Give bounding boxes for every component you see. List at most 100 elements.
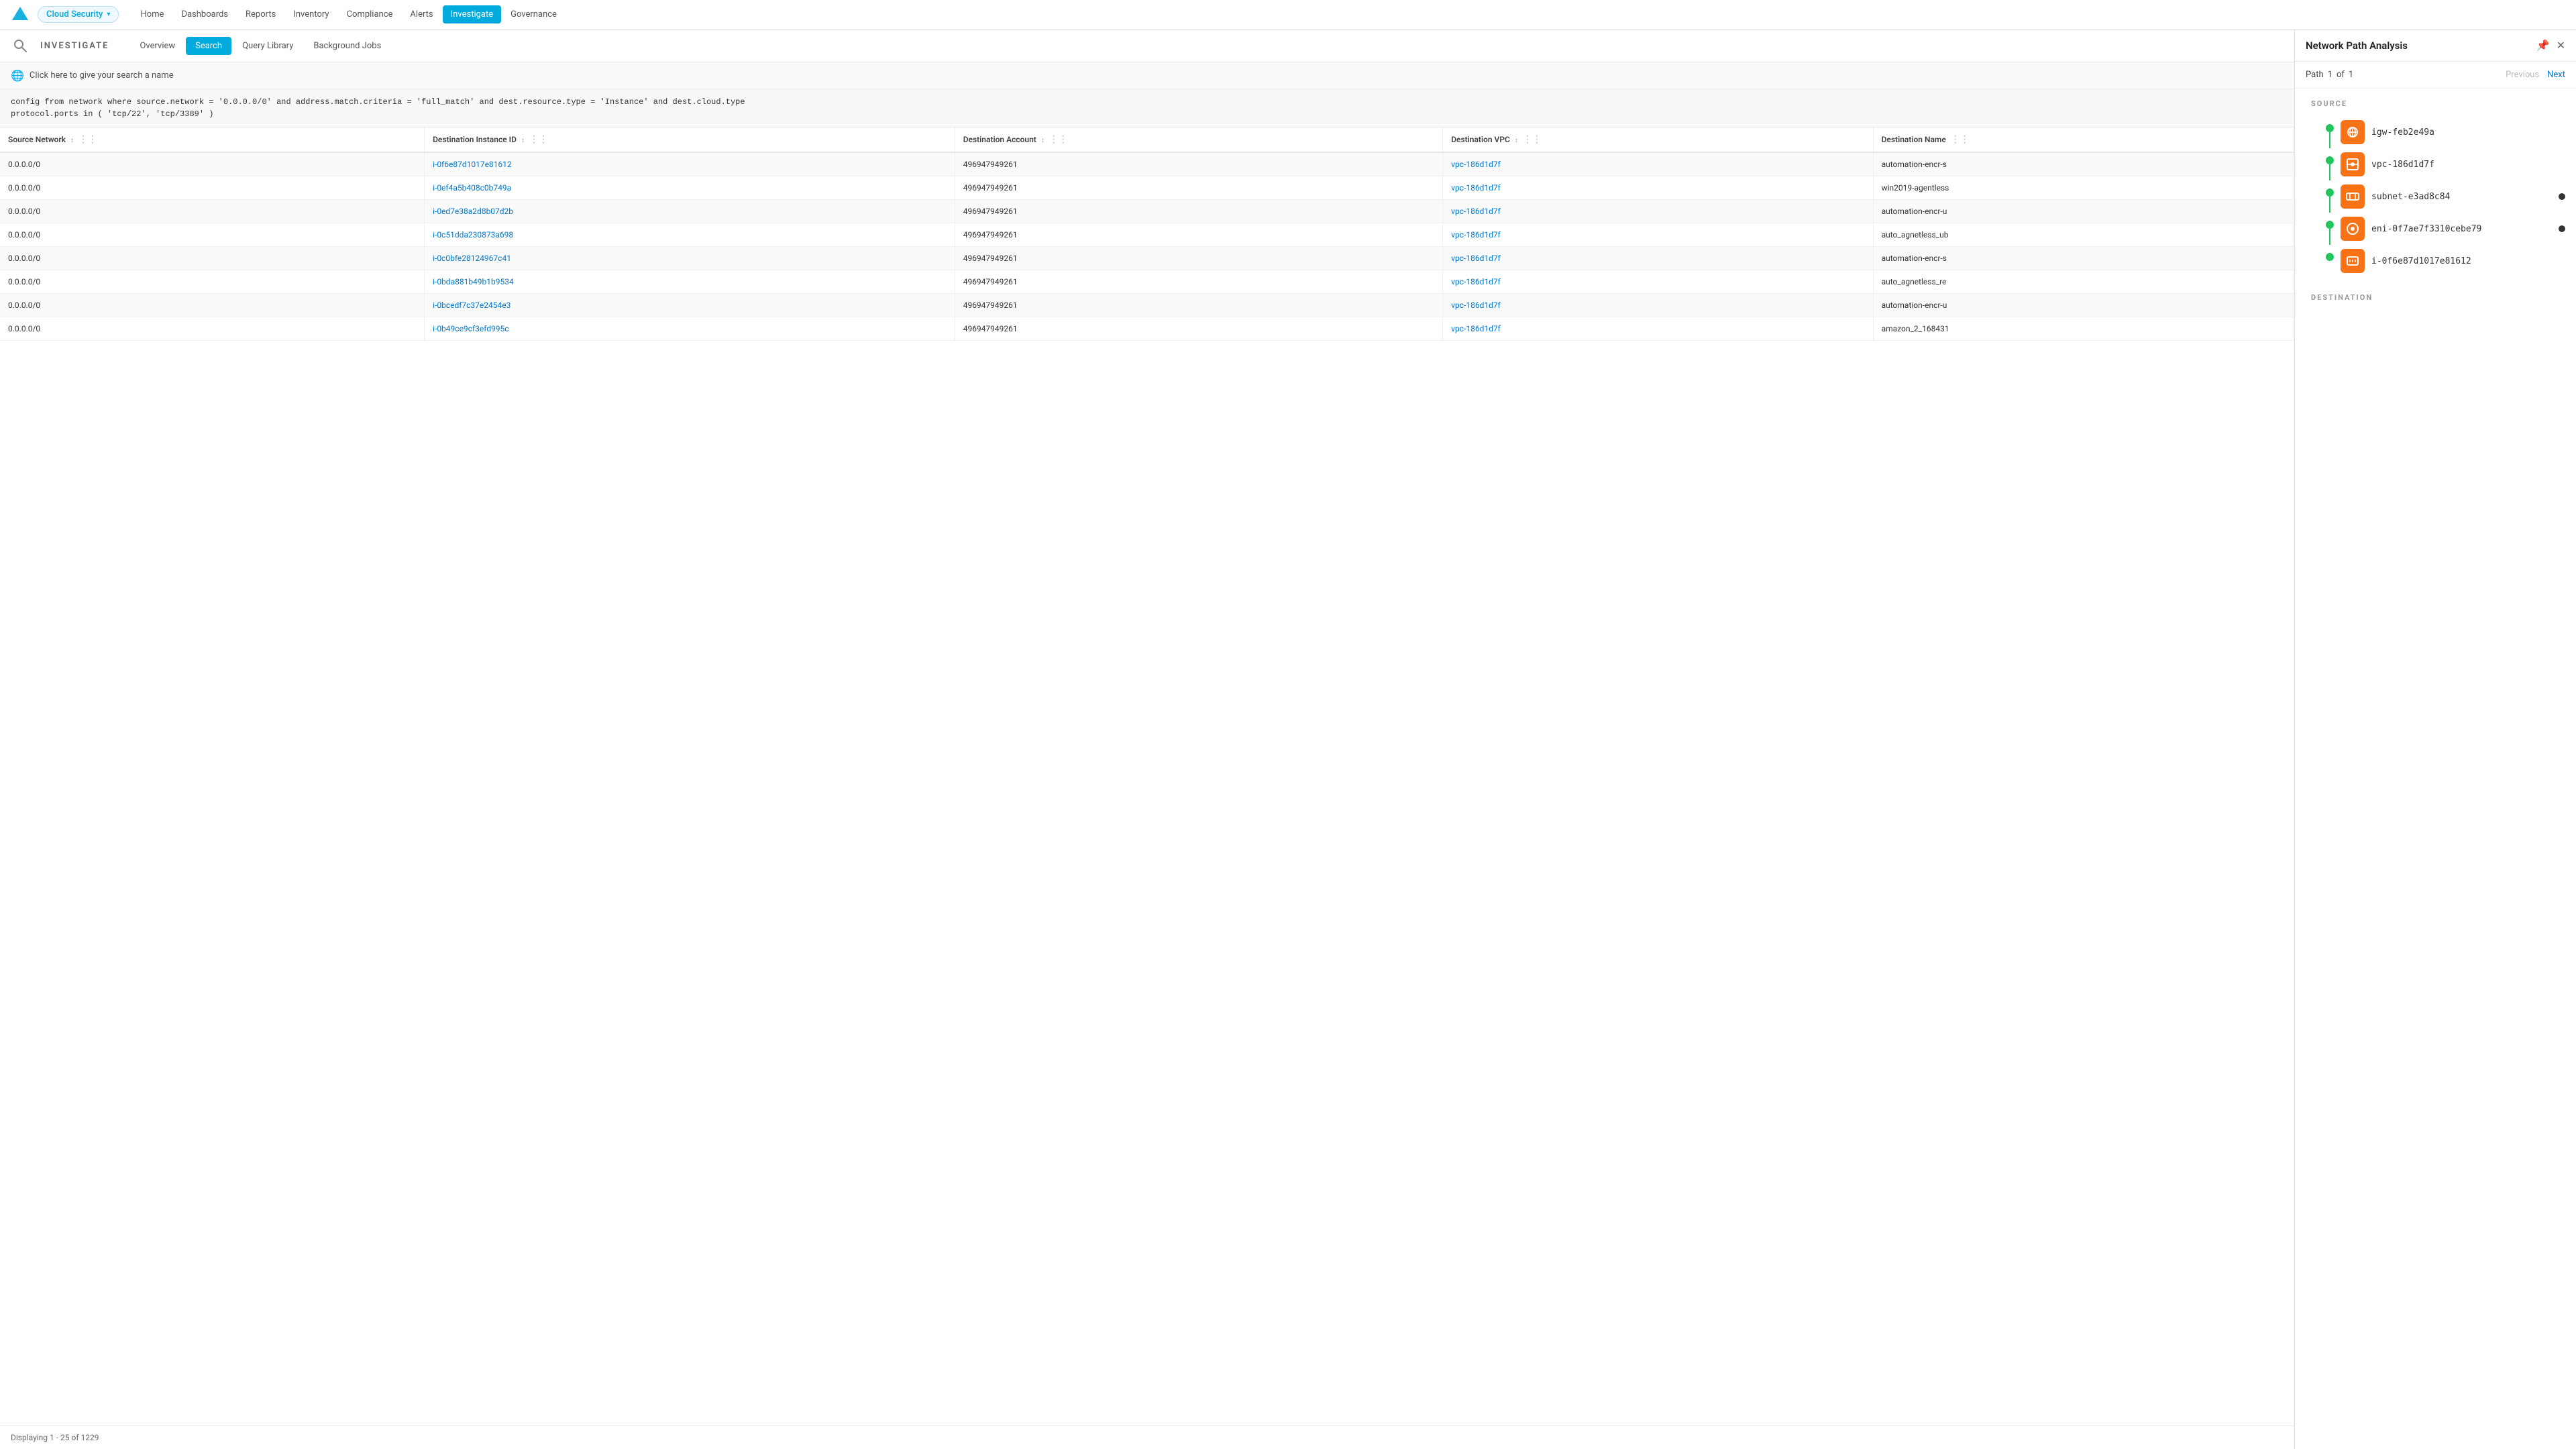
subnet-extra (2559, 193, 2565, 200)
tab-search[interactable]: Search (186, 37, 231, 55)
cell-dest-vpc[interactable]: vpc-186d1d7f (1443, 247, 1873, 270)
nav-investigate[interactable]: Investigate (443, 5, 501, 23)
content-instance: i-0f6e87d1017e81612 (2341, 245, 2565, 277)
dot-instance (2326, 253, 2334, 261)
table-row: 0.0.0.0/0i-0c0bfe28124967c41496947949261… (0, 247, 2294, 270)
table-footer: Displaying 1 - 25 of 1229 (0, 1426, 2294, 1449)
search-icon (11, 36, 30, 55)
icon-igw (2341, 120, 2365, 144)
investigate-title: INVESTIGATE (40, 41, 109, 51)
nav-reports[interactable]: Reports (237, 5, 284, 23)
col-dest-name: Destination Name ⋮⋮ (1873, 127, 2294, 152)
nav-home[interactable]: Home (132, 5, 172, 23)
nav-alerts[interactable]: Alerts (402, 5, 441, 23)
previous-button[interactable]: Previous (2506, 70, 2539, 80)
table-row: 0.0.0.0/0i-0b49ce9cf3efd995c496947949261… (0, 317, 2294, 341)
query-box[interactable]: config from network where source.network… (0, 89, 2294, 127)
cell-dest-vpc[interactable]: vpc-186d1d7f (1443, 270, 1873, 294)
cell-source-network: 0.0.0.0/0 (0, 223, 425, 247)
results-table: Source Network ↕ ⋮⋮ Destination Instance… (0, 127, 2294, 341)
cell-source-network: 0.0.0.0/0 (0, 294, 425, 317)
drag-icon-dest-vpc[interactable]: ⋮⋮ (1523, 134, 1542, 145)
tab-query-library[interactable]: Query Library (233, 37, 303, 55)
col-dest-account: Destination Account ↕ ⋮⋮ (955, 127, 1442, 152)
cell-dest-instance-id[interactable]: i-0c51dda230873a698 (425, 223, 955, 247)
cell-dest-instance-id[interactable]: i-0bda881b49b1b9534 (425, 270, 955, 294)
line-vpc (2329, 164, 2330, 180)
subnet-label: subnet-e3ad8c84 (2371, 192, 2450, 202)
cell-dest-instance-id[interactable]: i-0ef4a5b408c0b749a (425, 176, 955, 200)
node-vpc: vpc-186d1d7f (2319, 148, 2565, 180)
search-name-bar[interactable]: 🌐 Click here to give your search a name (0, 62, 2294, 89)
path-total: 1 (2349, 70, 2353, 80)
cell-dest-instance-id[interactable]: i-0bcedf7c37e2454e3 (425, 294, 955, 317)
cell-dest-account: 496947949261 (955, 176, 1442, 200)
connector-subnet (2319, 180, 2341, 213)
instance-label: i-0f6e87d1017e81612 (2371, 256, 2471, 266)
tab-overview[interactable]: Overview (130, 37, 184, 55)
dot-subnet (2326, 189, 2334, 197)
cell-dest-vpc[interactable]: vpc-186d1d7f (1443, 317, 1873, 341)
sort-icon-dest-account[interactable]: ↕ (1041, 137, 1044, 144)
cell-dest-name: automation-encr-u (1873, 200, 2294, 223)
cell-dest-vpc[interactable]: vpc-186d1d7f (1443, 176, 1873, 200)
line-subnet (2329, 197, 2330, 213)
igw-label: igw-feb2e49a (2371, 127, 2434, 138)
sort-icon-source[interactable]: ↕ (70, 137, 74, 144)
cell-dest-instance-id[interactable]: i-0f6e87d1017e81612 (425, 152, 955, 176)
nav-dashboards[interactable]: Dashboards (173, 5, 236, 23)
content-igw: igw-feb2e49a (2341, 116, 2565, 148)
pin-icon[interactable]: 📌 (2536, 39, 2550, 52)
cell-dest-instance-id[interactable]: i-0c0bfe28124967c41 (425, 247, 955, 270)
cell-dest-vpc[interactable]: vpc-186d1d7f (1443, 294, 1873, 317)
icon-eni (2341, 217, 2365, 241)
close-icon[interactable]: ✕ (2557, 39, 2565, 52)
right-panel-header: Network Path Analysis 📌 ✕ (2295, 30, 2576, 62)
next-button[interactable]: Next (2547, 70, 2565, 80)
content-eni: eni-0f7ae7f3310cebe79 (2341, 213, 2565, 245)
cell-dest-vpc[interactable]: vpc-186d1d7f (1443, 152, 1873, 176)
connector-igw (2319, 116, 2341, 148)
cell-dest-name: automation-encr-u (1873, 294, 2294, 317)
sort-icon-dest-instance[interactable]: ↕ (521, 137, 525, 144)
path-nav: Path 1 of 1 Previous Next (2295, 62, 2576, 89)
table-row: 0.0.0.0/0i-0c51dda230873a698496947949261… (0, 223, 2294, 247)
cell-dest-name: auto_agnetless_re (1873, 270, 2294, 294)
nav-governance[interactable]: Governance (502, 5, 565, 23)
nav-items: Home Dashboards Reports Inventory Compli… (132, 5, 565, 23)
cell-dest-name: automation-encr-s (1873, 247, 2294, 270)
drag-icon-dest-instance[interactable]: ⋮⋮ (529, 134, 548, 145)
dot-igw (2326, 124, 2334, 132)
destination-section: DESTINATION (2306, 293, 2565, 302)
cell-dest-name: win2019-agentless (1873, 176, 2294, 200)
drag-icon-dest-account[interactable]: ⋮⋮ (1049, 134, 1068, 145)
cell-dest-instance-id[interactable]: i-0b49ce9cf3efd995c (425, 317, 955, 341)
left-panel: INVESTIGATE Overview Search Query Librar… (0, 30, 2294, 1449)
content-subnet: subnet-e3ad8c84 (2341, 180, 2565, 213)
eni-extra (2559, 225, 2565, 232)
node-subnet: subnet-e3ad8c84 (2319, 180, 2565, 213)
cell-source-network: 0.0.0.0/0 (0, 176, 425, 200)
cell-source-network: 0.0.0.0/0 (0, 200, 425, 223)
nav-inventory[interactable]: Inventory (285, 5, 337, 23)
content-vpc: vpc-186d1d7f (2341, 148, 2565, 180)
cell-dest-account: 496947949261 (955, 247, 1442, 270)
brand-button[interactable]: Cloud Security ▾ (38, 6, 119, 23)
globe-icon: 🌐 (11, 69, 24, 82)
cell-dest-vpc[interactable]: vpc-186d1d7f (1443, 223, 1873, 247)
table-area[interactable]: Source Network ↕ ⋮⋮ Destination Instance… (0, 127, 2294, 1426)
drag-icon-dest-name[interactable]: ⋮⋮ (1951, 134, 1970, 145)
drag-icon-source[interactable]: ⋮⋮ (78, 134, 97, 145)
cell-dest-instance-id[interactable]: i-0ed7e38a2d8b07d2b (425, 200, 955, 223)
tab-background-jobs[interactable]: Background Jobs (304, 37, 390, 55)
cell-dest-account: 496947949261 (955, 152, 1442, 176)
line-igw (2329, 132, 2330, 148)
header-icons: 📌 ✕ (2536, 39, 2565, 52)
nav-compliance[interactable]: Compliance (339, 5, 401, 23)
cell-dest-account: 496947949261 (955, 223, 1442, 247)
sort-icon-dest-vpc[interactable]: ↕ (1515, 137, 1518, 144)
cell-dest-name: automation-encr-s (1873, 152, 2294, 176)
cell-dest-vpc[interactable]: vpc-186d1d7f (1443, 200, 1873, 223)
table-row: 0.0.0.0/0i-0bda881b49b1b9534496947949261… (0, 270, 2294, 294)
cell-source-network: 0.0.0.0/0 (0, 247, 425, 270)
